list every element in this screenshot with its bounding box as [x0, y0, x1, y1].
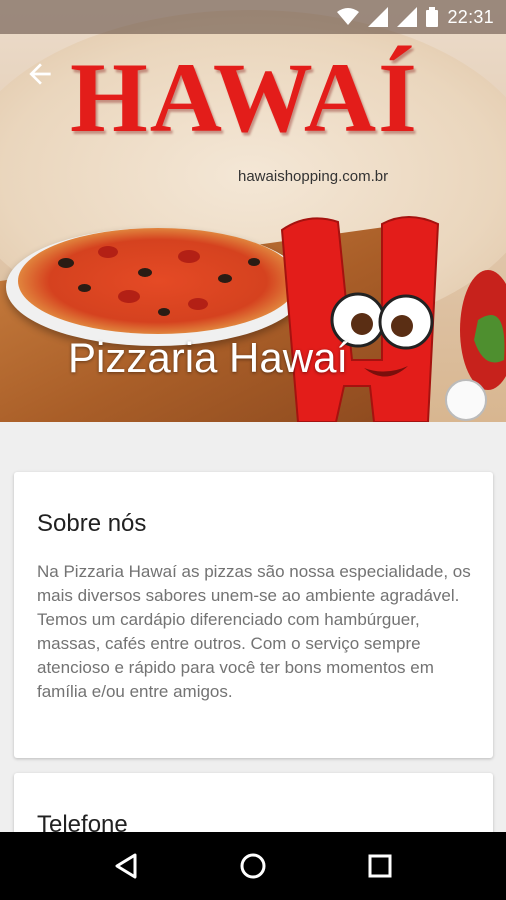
- nav-recents-icon: [368, 854, 392, 878]
- signal-icon: [397, 7, 418, 27]
- hero-header: HAWAÍ hawaishopping.com.br Pizzaria Hawa…: [0, 0, 506, 422]
- wifi-icon: [337, 8, 360, 25]
- pizza-image: [18, 228, 298, 334]
- nav-back-button[interactable]: [108, 848, 144, 884]
- hawai-logo: HAWAÍ: [70, 42, 419, 153]
- nav-back-icon: [115, 853, 137, 879]
- nav-home-icon: [240, 853, 266, 879]
- battery-icon: [426, 7, 439, 27]
- back-button[interactable]: [24, 58, 56, 90]
- about-card: Sobre nós Na Pizzaria Hawaí as pizzas sã…: [14, 472, 493, 758]
- page-title: Pizzaria Hawaí: [68, 334, 349, 381]
- nav-home-button[interactable]: [235, 848, 271, 884]
- about-text: Na Pizzaria Hawaí as pizzas são nossa es…: [37, 562, 471, 701]
- nav-recents-button[interactable]: [362, 848, 398, 884]
- about-title: Sobre nós: [37, 510, 147, 537]
- logo-website: hawaishopping.com.br: [238, 168, 389, 185]
- status-time: 22:31: [447, 6, 494, 27]
- signal-icon: [368, 7, 389, 27]
- system-nav-bar: [0, 832, 506, 900]
- status-bar: 22:31: [0, 0, 506, 34]
- mascot-h-character: [280, 216, 506, 422]
- arrow-back-icon: [29, 63, 51, 85]
